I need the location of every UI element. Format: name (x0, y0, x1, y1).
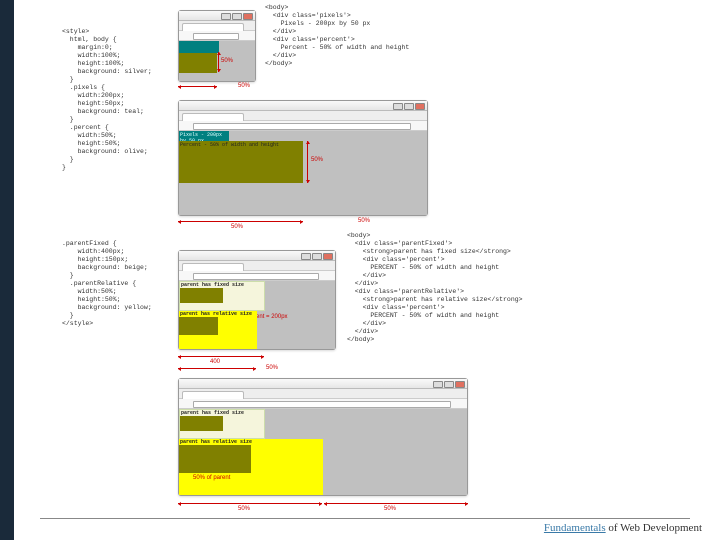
url-input[interactable] (193, 401, 451, 408)
min-button[interactable] (433, 381, 443, 388)
close-button[interactable] (415, 103, 425, 110)
code-style-block: <style> html, body { margin:0; width:100… (62, 28, 152, 172)
close-button[interactable] (243, 13, 253, 20)
dim-label: 50% of parent (193, 475, 230, 481)
min-button[interactable] (393, 103, 403, 110)
footer-link: Fundamentals (544, 522, 606, 534)
dim-line (178, 368, 256, 369)
box-percent (180, 288, 223, 303)
dim-label: 50% (358, 218, 370, 224)
browser-tab[interactable] (182, 391, 244, 399)
dim-line (218, 52, 219, 72)
dim-label: 50% (311, 157, 323, 163)
box-parentfixed: parent has fixed size (179, 281, 265, 311)
dim-label: 50% (221, 58, 233, 64)
box-percent (179, 445, 251, 473)
dim-line (178, 221, 303, 222)
url-input[interactable] (193, 123, 411, 130)
dim-label: 50% (231, 224, 243, 230)
box-percent: Percent - 50% of width and height (179, 141, 303, 183)
box-parentrel: parent has relative size 50% of parent (179, 439, 323, 495)
box-parentrel: parent has relative size (179, 311, 257, 349)
viewport: Pixels - 200px by 50 px Percent - 50% of… (179, 131, 427, 215)
box-pixels (179, 41, 219, 53)
tab-row (179, 21, 255, 31)
viewport (179, 41, 255, 81)
dim-label: 50% (384, 506, 396, 512)
browser-window-4: parent has fixed size 50% of parent = 20… (178, 378, 468, 496)
dim-line (324, 503, 468, 504)
browser-window-3: parent has fixed size 50% of parent = 20… (178, 250, 336, 350)
box-pixels: Pixels - 200px by 50 px (179, 131, 229, 141)
dim-line (178, 356, 264, 357)
viewport: parent has fixed size 50% of parent = 20… (179, 409, 467, 495)
browser-tab[interactable] (182, 113, 244, 121)
dim-line (178, 86, 217, 87)
browser-tab[interactable] (182, 263, 244, 271)
max-button[interactable] (444, 381, 454, 388)
max-button[interactable] (404, 103, 414, 110)
footer-rule (40, 518, 690, 519)
dim-label: 50% (238, 83, 250, 89)
min-button[interactable] (301, 253, 311, 260)
url-input[interactable] (193, 33, 239, 40)
browser-window-2: Pixels - 200px by 50 px Percent - 50% of… (178, 100, 428, 216)
titlebar (179, 11, 255, 21)
dim-line (307, 141, 308, 183)
viewport: parent has fixed size 50% of parent = 20… (179, 281, 335, 349)
browser-tab[interactable] (182, 23, 244, 31)
close-button[interactable] (455, 381, 465, 388)
slide: <style> html, body { margin:0; width:100… (0, 0, 720, 540)
dim-label: 50% (238, 506, 250, 512)
max-button[interactable] (312, 253, 322, 260)
max-button[interactable] (232, 13, 242, 20)
dim-label: 400 (210, 359, 220, 365)
box-parentfixed: parent has fixed size (179, 409, 265, 439)
dim-line (178, 503, 322, 504)
code-style-block-2: .parentFixed { width:400px; height:150px… (62, 240, 152, 328)
dim-label: 50% (266, 365, 278, 371)
footer-text: of Web Development (606, 522, 702, 534)
code-body-block-2: <body> <div class='parentFixed'> <strong… (347, 232, 523, 344)
address-bar (179, 31, 255, 41)
footer: Fundamentals of Web Development (544, 522, 702, 534)
box-percent (179, 53, 217, 73)
code-body-block-1: <body> <div class='pixels'> Pixels - 200… (265, 4, 409, 68)
box-percent (180, 416, 223, 431)
min-button[interactable] (221, 13, 231, 20)
side-stripe (0, 0, 14, 540)
close-button[interactable] (323, 253, 333, 260)
url-input[interactable] (193, 273, 319, 280)
box-percent (179, 317, 218, 335)
